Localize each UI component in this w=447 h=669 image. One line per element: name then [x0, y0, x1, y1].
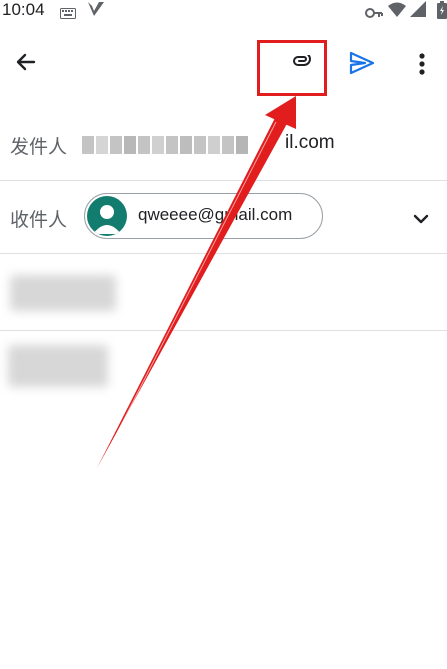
send-button[interactable] — [340, 43, 384, 87]
battery-icon — [437, 1, 447, 23]
expand-recipients-button[interactable] — [403, 203, 439, 233]
status-time: 10:04 — [2, 0, 45, 19]
divider-subject — [0, 330, 447, 331]
divider-from — [0, 180, 447, 181]
more-options-button[interactable] — [404, 44, 440, 88]
status-bar: 10:04 — [0, 0, 447, 22]
compose-body-field[interactable] — [8, 345, 108, 387]
compose-toolbar — [0, 22, 447, 110]
subject-field[interactable] — [10, 275, 116, 311]
send-icon — [349, 51, 375, 79]
chevron-down-icon — [413, 209, 429, 228]
person-icon — [93, 205, 121, 234]
wifi-icon — [388, 2, 406, 21]
vpn-key-icon — [365, 4, 383, 23]
to-label: 收件人 — [10, 209, 68, 231]
keyboard-icon — [60, 4, 76, 23]
recipient-email: qweeee@gmail.com — [138, 205, 293, 224]
from-label: 发件人 — [10, 136, 68, 158]
app-notification-icon — [87, 1, 105, 21]
arrow-left-icon — [14, 50, 38, 78]
back-button[interactable] — [6, 42, 46, 86]
sender-email-visible-part: il.com — [285, 132, 335, 153]
divider-to — [0, 253, 447, 254]
annotation-highlight-box — [257, 40, 327, 96]
redacted-sender-email — [82, 136, 248, 154]
recipient-chip[interactable]: qweeee@gmail.com — [84, 193, 323, 239]
avatar — [87, 196, 127, 236]
more-vert-icon — [419, 53, 425, 79]
signal-icon — [410, 1, 426, 21]
